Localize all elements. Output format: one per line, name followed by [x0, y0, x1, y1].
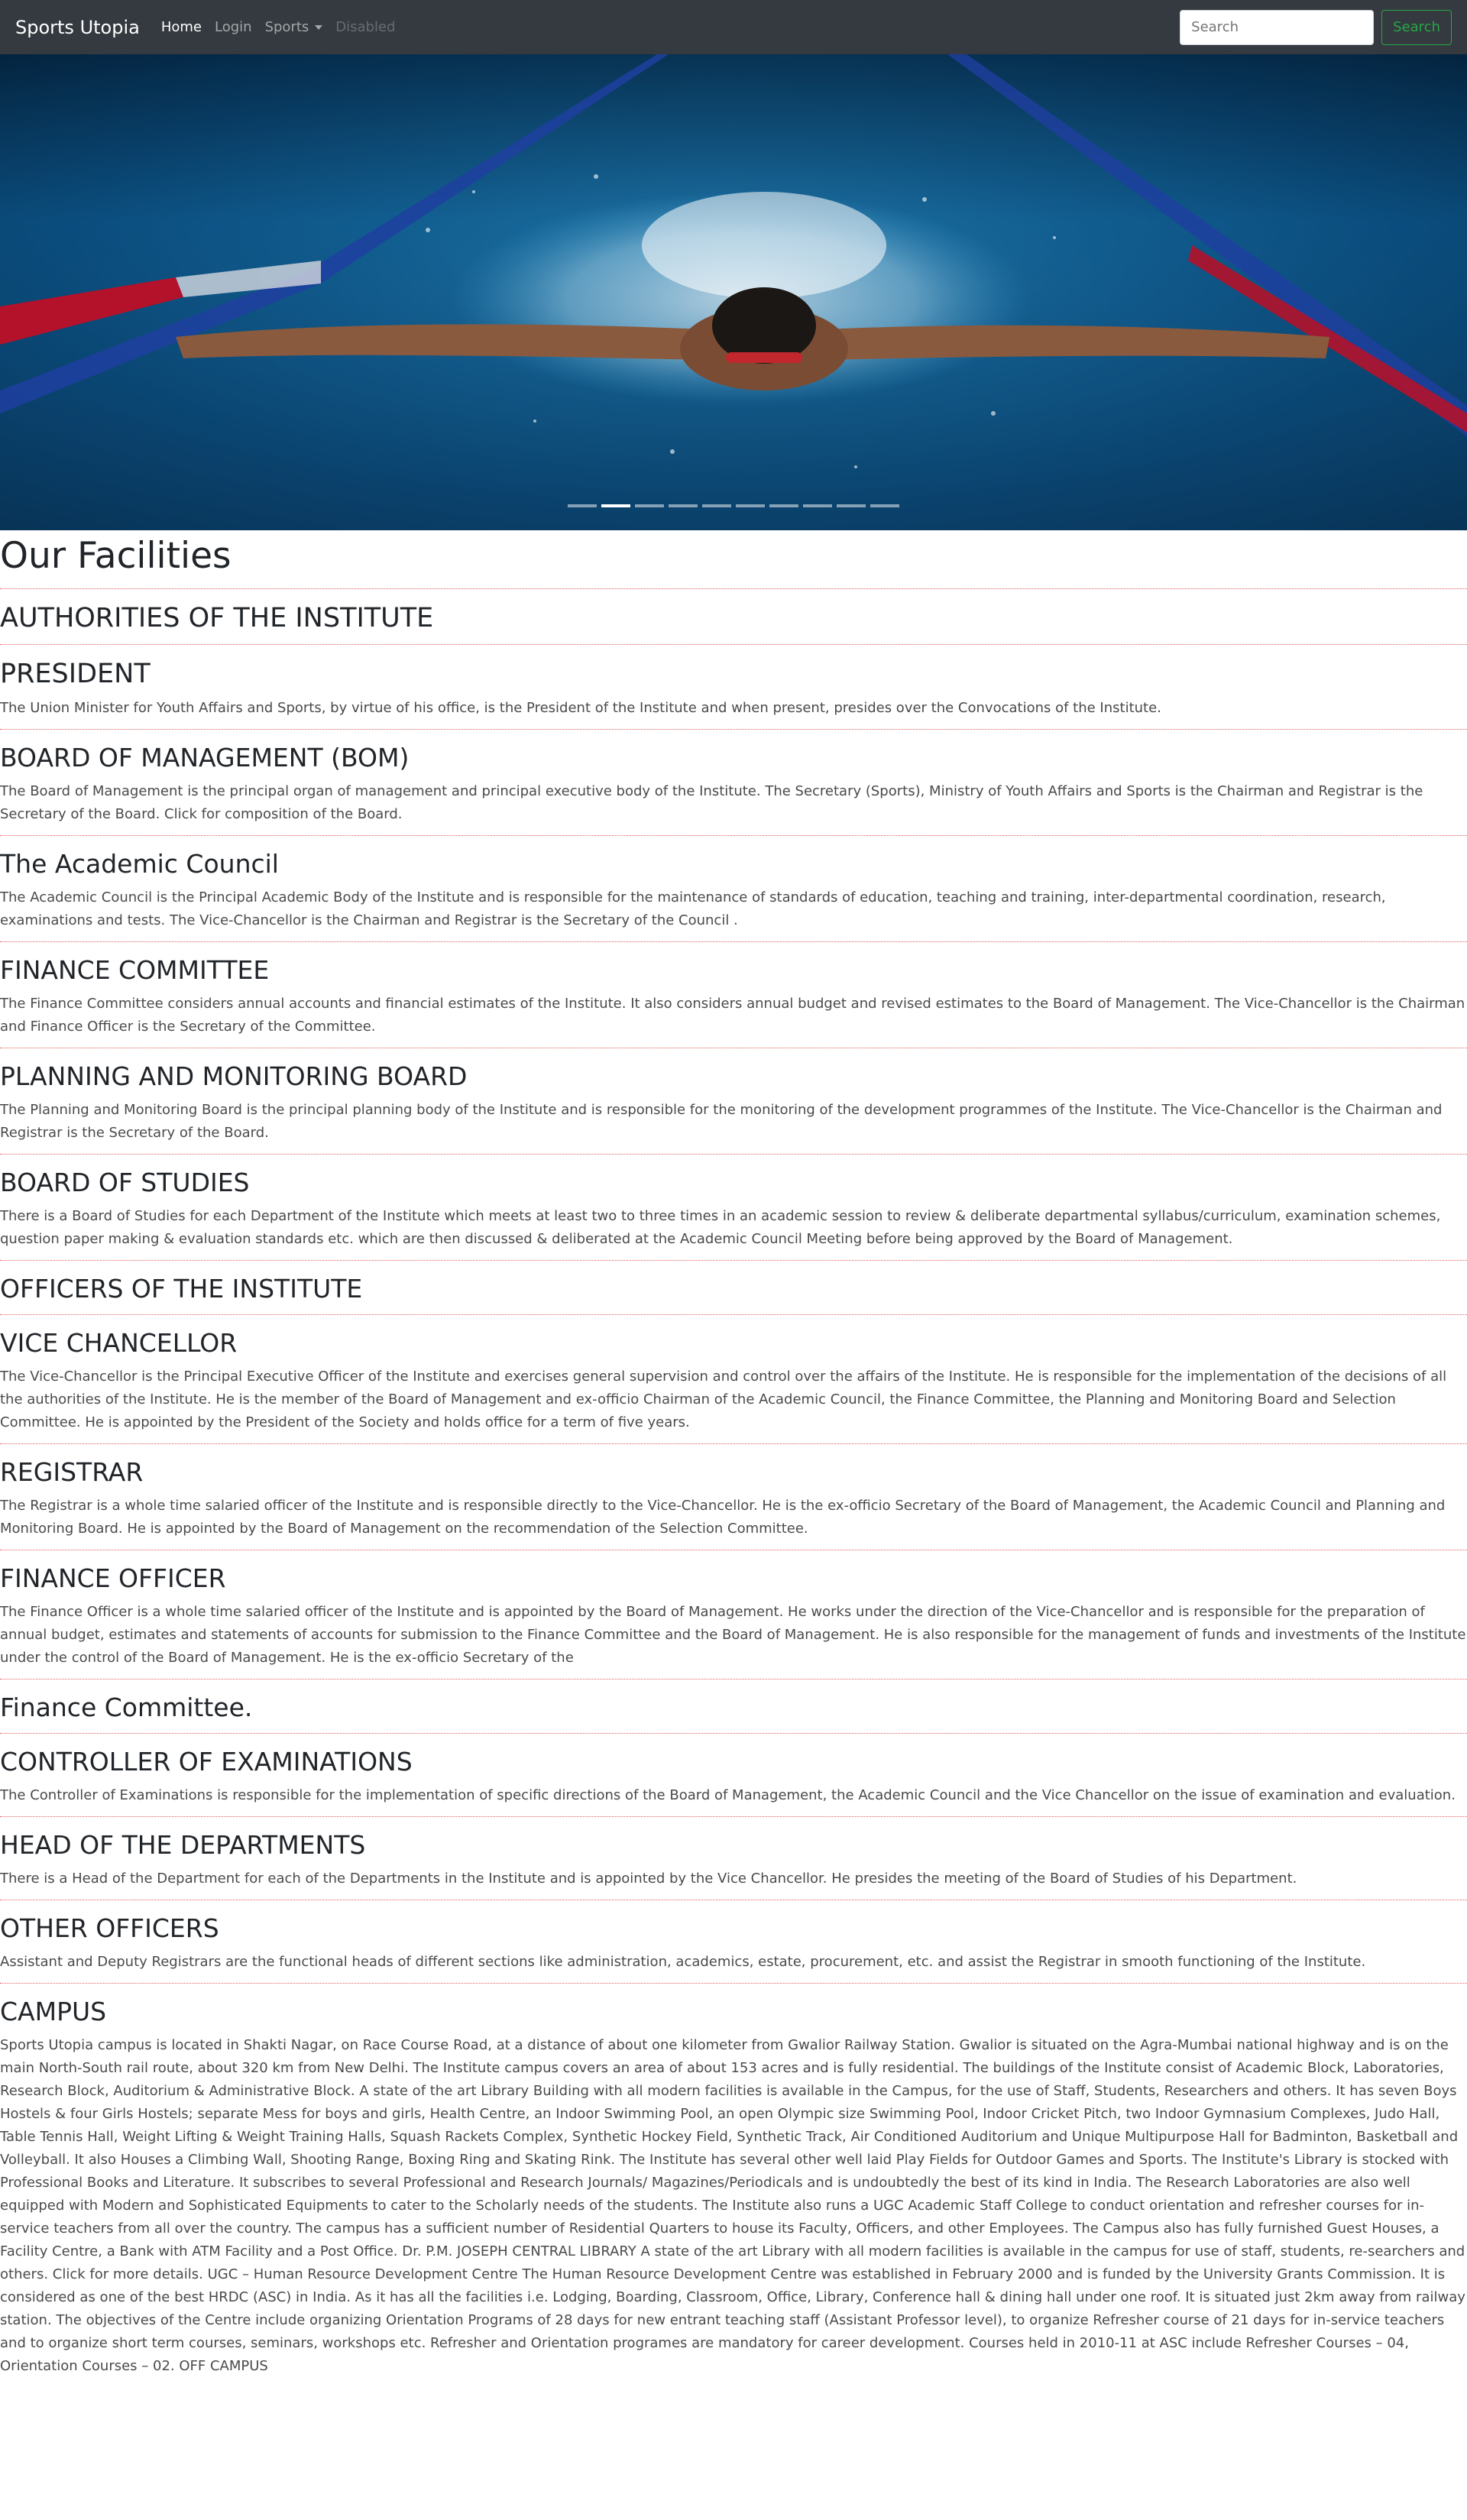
section-heading: OFFICERS OF THE INSTITUTE	[0, 1274, 363, 1304]
nav-sports-dropdown[interactable]: Sports	[265, 19, 323, 35]
facility-section: FINANCE OFFICER The Finance Officer is a …	[0, 1563, 1467, 1670]
divider	[0, 835, 1467, 836]
facility-section: Finance Committee.	[0, 1692, 1467, 1724]
section-heading: FINANCE COMMITTEE	[0, 955, 270, 985]
divider	[0, 729, 1467, 730]
section-text: There is a Board of Studies for each Dep…	[0, 1208, 1441, 1247]
section-text: The Academic Council is the Principal Ac…	[0, 889, 1386, 928]
carousel-indicator[interactable]	[769, 504, 798, 507]
facility-section: REGISTRAR The Registrar is a whole time s…	[0, 1456, 1467, 1540]
nav-disabled: Disabled	[335, 19, 396, 35]
divider	[0, 644, 1467, 645]
section-text: Assistant and Deputy Registrars are the …	[0, 1954, 1366, 1970]
facility-section: OTHER OFFICERS Assistant and Deputy Regis…	[0, 1913, 1467, 1974]
section-text: The Registrar is a whole time salaried o…	[0, 1498, 1446, 1537]
divider	[0, 1154, 1467, 1155]
facility-section: HEAD OF THE DEPARTMENTS There is a Head o…	[0, 1829, 1467, 1890]
divider	[0, 588, 1467, 589]
hero-carousel[interactable]	[0, 54, 1467, 530]
divider	[0, 1260, 1467, 1261]
page-title: Our Facilities	[0, 535, 232, 577]
facility-section: PLANNING AND MONITORING BOARD The Plannin…	[0, 1061, 1467, 1145]
section-heading: CAMPUS	[0, 1997, 107, 2026]
facility-section: BOARD OF MANAGEMENT (BOM) The Board of Ma…	[0, 742, 1467, 826]
divider	[0, 1983, 1467, 1984]
facility-section: PRESIDENT The Union Minister for Youth Af…	[0, 657, 1467, 720]
section-heading: OTHER OFFICERS	[0, 1913, 219, 1943]
carousel-indicator[interactable]	[669, 504, 698, 507]
section-heading: PLANNING AND MONITORING BOARD	[0, 1061, 468, 1091]
nav-home[interactable]: Home	[161, 19, 202, 35]
carousel-indicator[interactable]	[635, 504, 664, 507]
section-text: The Vice-Chancellor is the Principal Exe…	[0, 1369, 1447, 1430]
divider	[0, 941, 1467, 942]
search-input[interactable]	[1180, 9, 1375, 45]
carousel-indicator[interactable]	[803, 504, 832, 507]
sections-list: AUTHORITIES OF THE INSTITUTE PRESIDENT The…	[0, 601, 1467, 2378]
facility-section: The Academic Council The Academic Council…	[0, 848, 1467, 932]
facility-section: OFFICERS OF THE INSTITUTE	[0, 1273, 1467, 1305]
chevron-down-icon	[315, 24, 323, 30]
divider	[0, 1816, 1467, 1817]
section-heading: BOARD OF STUDIES	[0, 1168, 250, 1197]
navbar: Sports Utopia Home Login Sports Disabled…	[0, 0, 1467, 54]
carousel-indicator[interactable]	[736, 504, 765, 507]
carousel-indicator[interactable]	[601, 504, 630, 507]
section-text: There is a Head of the Department for ea…	[0, 1871, 1297, 1887]
facility-section: BOARD OF STUDIES There is a Board of Stud…	[0, 1167, 1467, 1251]
carousel-indicator[interactable]	[568, 504, 597, 507]
divider	[0, 1733, 1467, 1734]
section-text: The Finance Officer is a whole time sala…	[0, 1604, 1466, 1666]
divider	[0, 1443, 1467, 1444]
facility-section: AUTHORITIES OF THE INSTITUTE	[0, 601, 1467, 635]
section-heading: HEAD OF THE DEPARTMENTS	[0, 1830, 366, 1860]
carousel-indicator[interactable]	[870, 504, 899, 507]
search-form: Search	[1180, 9, 1452, 45]
section-heading: The Academic Council	[0, 849, 279, 879]
section-text: Sports Utopia campus is located in Shakt…	[0, 2037, 1465, 2374]
main-content: Our Facilities AUTHORITIES OF THE INSTIT…	[0, 530, 1467, 2378]
section-heading: VICE CHANCELLOR	[0, 1328, 238, 1358]
section-heading: PRESIDENT	[0, 659, 151, 689]
section-heading: CONTROLLER OF EXAMINATIONS	[0, 1747, 413, 1777]
brand-logo[interactable]: Sports Utopia	[15, 17, 140, 38]
carousel-indicators	[0, 504, 1467, 507]
section-text: The Board of Management is the principal…	[0, 783, 1423, 822]
section-heading: REGISTRAR	[0, 1457, 144, 1487]
facility-section: FINANCE COMMITTEE The Finance Committee c…	[0, 954, 1467, 1038]
section-text: The Union Minister for Youth Affairs and…	[0, 700, 1161, 716]
section-heading: BOARD OF MANAGEMENT (BOM)	[0, 743, 410, 773]
nav-login[interactable]: Login	[215, 19, 252, 35]
nav-sports-label: Sports	[264, 19, 309, 35]
facility-section: CAMPUS Sports Utopia campus is located in…	[0, 1996, 1467, 2378]
search-button[interactable]: Search	[1381, 9, 1452, 45]
section-text: The Controller of Examinations is respon…	[0, 1787, 1456, 1803]
swimmer-image	[0, 54, 1467, 530]
section-heading: Finance Committee.	[0, 1692, 253, 1722]
section-heading: FINANCE OFFICER	[0, 1563, 226, 1593]
section-heading: AUTHORITIES OF THE INSTITUTE	[0, 603, 434, 633]
section-text: The Planning and Monitoring Board is the…	[0, 1102, 1443, 1141]
facility-section: CONTROLLER OF EXAMINATIONS The Controller…	[0, 1746, 1467, 1807]
facility-section: VICE CHANCELLOR The Vice-Chancellor is th…	[0, 1327, 1467, 1434]
divider	[0, 1314, 1467, 1315]
section-text: The Finance Committee considers annual a…	[0, 996, 1465, 1035]
carousel-indicator[interactable]	[837, 504, 866, 507]
carousel-indicator[interactable]	[702, 504, 731, 507]
